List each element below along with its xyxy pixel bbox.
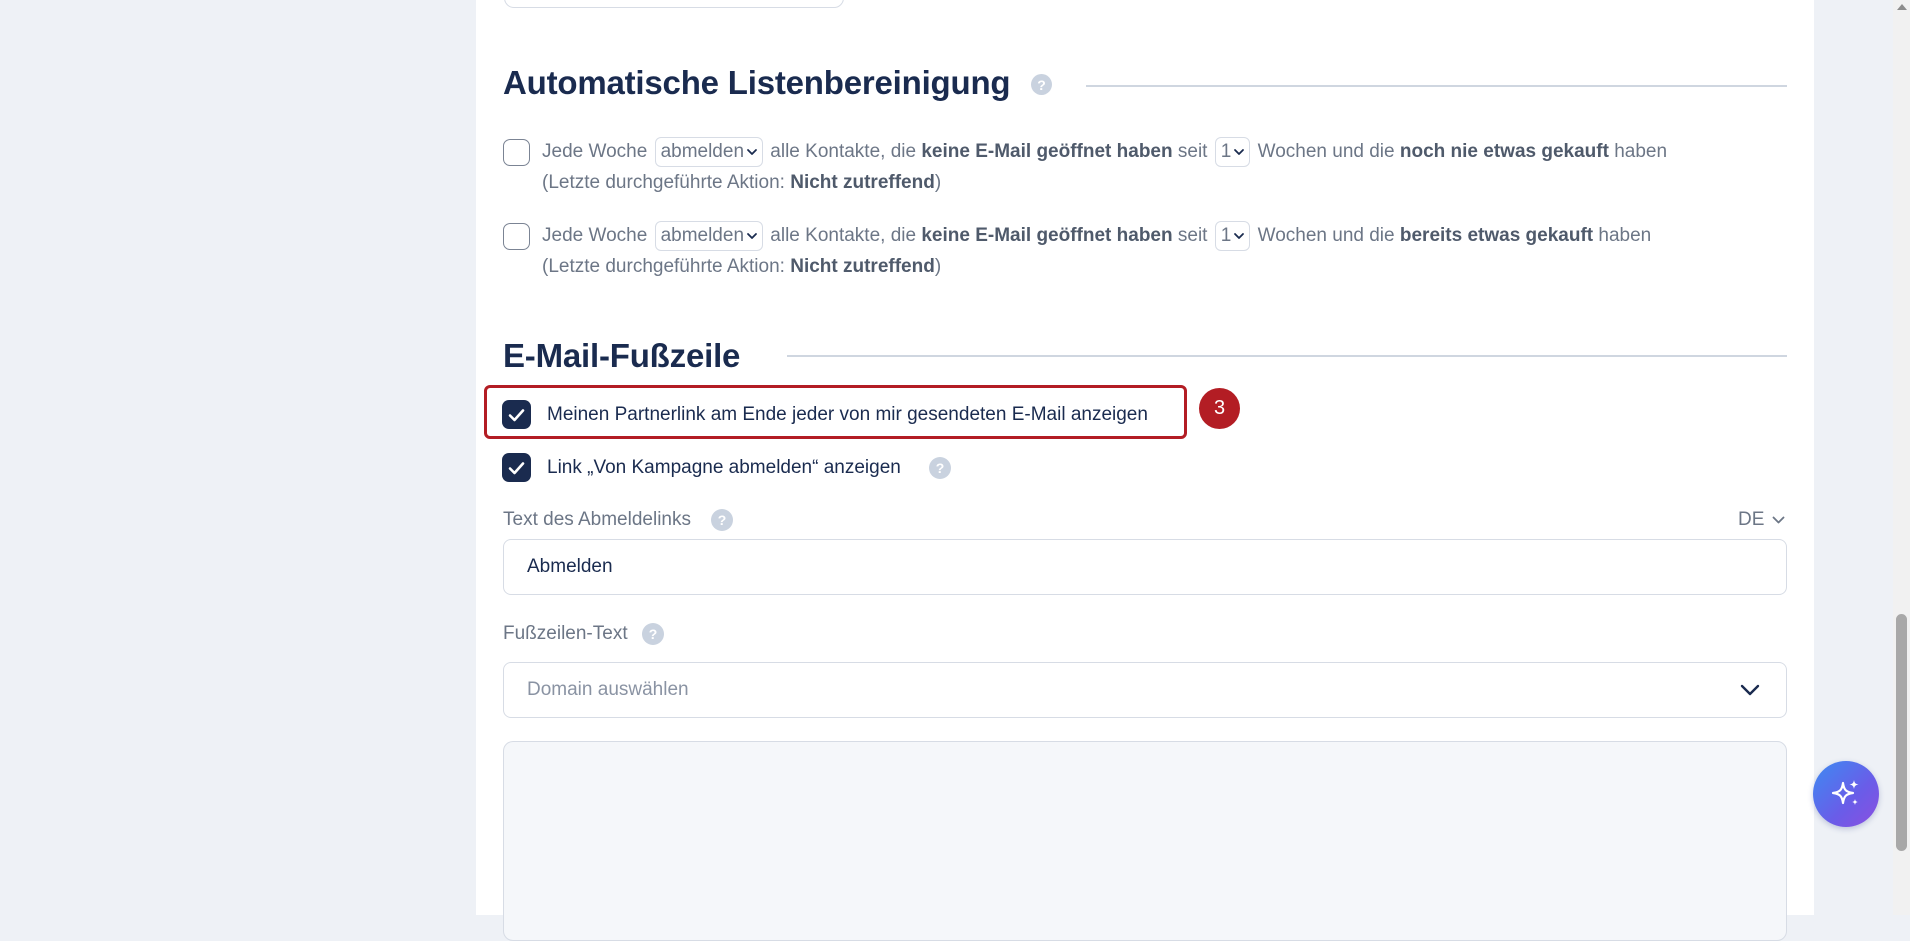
chevron-down-icon	[1740, 684, 1760, 696]
rule-2-last-value: Nicht zutreffend	[790, 256, 935, 277]
rule-2-last-prefix: (Letzte durchgeführte Aktion:	[542, 256, 785, 277]
unsubscribe-text-label: Text des Abmeldelinks	[503, 509, 691, 530]
rule-2-bold1: keine E-Mail geöffnet haben	[921, 225, 1173, 246]
rule-1-mid3: Wochen und die	[1257, 141, 1395, 162]
rule-1-mid2: seit	[1177, 141, 1208, 162]
language-select[interactable]: DE	[1738, 509, 1785, 531]
footer-text-label: Fußzeilen-Text	[503, 623, 628, 644]
rule-2-last-suffix: )	[934, 256, 942, 277]
cleanup-rule-1-checkbox[interactable]	[503, 139, 530, 166]
rule-1-action-value: abmelden	[660, 140, 745, 162]
rule-1-suffix: haben	[1614, 141, 1668, 162]
footer-text-help-icon[interactable]: ?	[642, 623, 664, 645]
rule-2-mid2: seit	[1177, 225, 1208, 246]
rule-2-action-value: abmelden	[660, 224, 745, 246]
rule-1-last-prefix: (Letzte durchgeführte Aktion:	[542, 172, 785, 193]
annotation-step-badge: 3	[1199, 388, 1240, 429]
rule-1-action-select[interactable]: abmelden	[654, 136, 764, 167]
unsubscribe-help-icon[interactable]: ?	[929, 457, 951, 479]
chevron-down-icon	[1234, 233, 1245, 239]
rule-2-action-select[interactable]: abmelden	[654, 220, 764, 251]
check-icon	[508, 408, 525, 421]
footer-text-editor[interactable]	[503, 741, 1787, 941]
domain-placeholder: Domain auswählen	[527, 679, 689, 700]
assistant-button[interactable]	[1813, 761, 1879, 827]
rule-1-last-value: Nicht zutreffend	[790, 172, 935, 193]
partner-link-label: Meinen Partnerlink am Ende jeder von mir…	[547, 404, 1148, 425]
unsubscribe-text-input[interactable]: Abmelden	[503, 539, 1787, 595]
domain-select[interactable]: Domain auswählen	[503, 662, 1787, 718]
check-icon	[508, 461, 525, 474]
rule-1-weeks-select[interactable]: 1	[1214, 136, 1251, 167]
rule-2-mid1: alle Kontakte, die	[770, 225, 917, 246]
unsubscribe-link-checkbox[interactable]	[502, 453, 531, 482]
scrollbar-thumb[interactable]	[1896, 614, 1907, 851]
rule-1-weeks-value: 1	[1220, 140, 1232, 162]
rule-1-bold1: keine E-Mail geöffnet haben	[921, 141, 1173, 162]
chevron-down-icon	[747, 149, 757, 155]
previous-field-stub	[504, 0, 844, 8]
rule-1-bold2: noch nie etwas gekauft	[1399, 141, 1609, 162]
rule-2-weeks-select[interactable]: 1	[1214, 220, 1251, 251]
rule-1-prefix: Jede Woche	[542, 141, 648, 162]
rule-2-weeks-value: 1	[1220, 224, 1232, 246]
unsubscribe-text-value: Abmelden	[527, 556, 613, 577]
scroll-up-arrow-icon[interactable]	[1897, 4, 1907, 10]
language-value: DE	[1738, 509, 1765, 530]
chevron-down-icon	[1773, 516, 1785, 523]
chevron-down-icon	[747, 233, 757, 239]
rule-2-prefix: Jede Woche	[542, 225, 648, 246]
partner-link-checkbox[interactable]	[502, 400, 531, 429]
footer-divider	[787, 355, 1787, 357]
cleanup-rule-1-text: Jede Woche abmelden alle Kontakte, die k…	[542, 136, 1667, 198]
cleanup-rule-2-checkbox[interactable]	[503, 223, 530, 250]
cleanup-help-icon[interactable]: ?	[1031, 74, 1052, 95]
sparkle-icon	[1831, 780, 1859, 805]
rule-1-mid1: alle Kontakte, die	[770, 141, 917, 162]
cleanup-divider	[1086, 85, 1787, 87]
rule-2-bold2: bereits etwas gekauft	[1399, 225, 1594, 246]
rule-2-suffix: haben	[1598, 225, 1652, 246]
unsubscribe-link-label: Link „Von Kampagne abmelden“ anzeigen	[547, 457, 901, 478]
cleanup-rule-2-text: Jede Woche abmelden alle Kontakte, die k…	[542, 220, 1651, 282]
rule-2-mid3: Wochen und die	[1257, 225, 1395, 246]
rule-1-last-suffix: )	[934, 172, 942, 193]
chevron-down-icon	[1234, 149, 1245, 155]
footer-section-title: E-Mail-Fußzeile	[503, 337, 741, 374]
unsubscribe-text-help-icon[interactable]: ?	[711, 509, 733, 531]
cleanup-section-title: Automatische Listenbereinigung	[503, 64, 1011, 101]
